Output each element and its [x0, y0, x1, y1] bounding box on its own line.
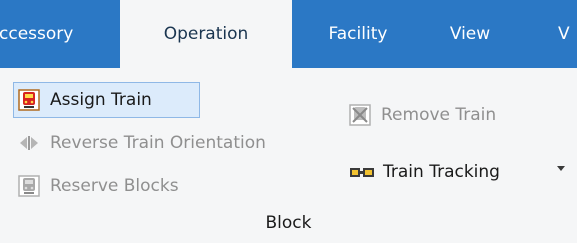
tab-operation-label: Operation — [163, 24, 249, 44]
remove-train-label: Remove Train — [381, 105, 497, 125]
train-tracking-icon — [349, 161, 375, 183]
reverse-train-orientation-button[interactable]: Reverse Train Orientation — [18, 128, 266, 158]
reserve-blocks-button[interactable]: Reserve Blocks — [18, 171, 179, 201]
tab-facility-label: Facility — [328, 24, 388, 44]
tab-facility[interactable]: Facility — [318, 0, 398, 68]
train-tracking-button[interactable]: Train Tracking — [349, 157, 500, 187]
train-red-icon — [18, 89, 40, 111]
reserve-blocks-label: Reserve Blocks — [50, 176, 179, 196]
train-gray-icon — [18, 175, 40, 197]
tab-operation[interactable]: Operation — [120, 0, 292, 68]
reverse-train-orientation-label: Reverse Train Orientation — [50, 133, 266, 153]
tab-accessory[interactable]: ccessory — [0, 0, 120, 68]
ribbon-tab-bar: ccessory Operation Facility View V — [0, 0, 577, 68]
tab-view[interactable]: View — [440, 0, 500, 68]
assign-train-label: Assign Train — [50, 90, 152, 110]
tab-v-label: V — [558, 24, 570, 44]
assign-train-button[interactable]: Assign Train — [13, 82, 200, 118]
tab-accessory-label: ccessory — [0, 24, 74, 44]
remove-train-icon — [349, 104, 371, 126]
train-tracking-label: Train Tracking — [383, 162, 500, 182]
reverse-arrows-icon — [18, 132, 40, 154]
group-label-block: Block — [265, 213, 312, 233]
tab-view-label: View — [449, 24, 491, 44]
tab-v[interactable]: V — [558, 0, 577, 68]
remove-train-button[interactable]: Remove Train — [349, 100, 496, 130]
chevron-down-icon[interactable] — [556, 163, 566, 173]
